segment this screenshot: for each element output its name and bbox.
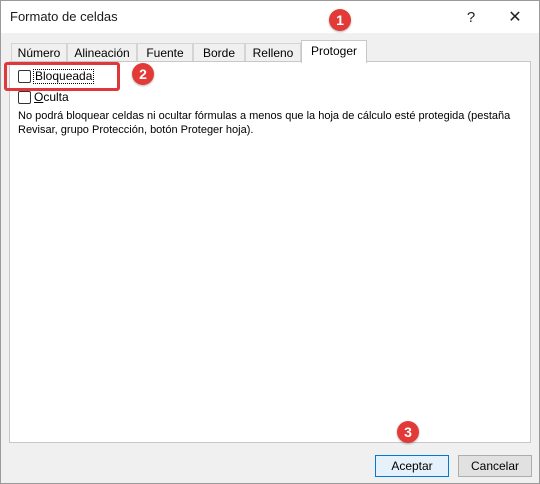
- tab-alineacion[interactable]: Alineación: [67, 43, 137, 62]
- hidden-option[interactable]: Oculta: [18, 91, 69, 104]
- dialog-title: Formato de celdas: [10, 9, 118, 24]
- tab-relleno[interactable]: Relleno: [245, 43, 301, 62]
- cancel-button[interactable]: Cancelar: [458, 455, 532, 477]
- hidden-checkbox[interactable]: [18, 91, 31, 104]
- help-icon[interactable]: ?: [459, 5, 483, 29]
- protection-description: No podrá bloquear celdas ni ocultar fórm…: [18, 110, 511, 136]
- close-icon[interactable]: ✕: [503, 5, 527, 29]
- tab-numero[interactable]: Número: [11, 43, 67, 62]
- annotation-highlight-box: [4, 62, 120, 91]
- annotation-badge-3: 3: [397, 421, 419, 443]
- annotation-badge-1: 1: [329, 9, 351, 31]
- title-bar: Formato de celdas ? ✕: [1, 1, 539, 33]
- tab-fuente[interactable]: Fuente: [137, 43, 193, 62]
- hidden-label[interactable]: Oculta: [34, 91, 69, 104]
- tab-borde[interactable]: Borde: [193, 43, 245, 62]
- tab-strip: Número Alineación Fuente Borde Relleno P…: [9, 40, 539, 63]
- tab-proteger[interactable]: Protoger: [301, 40, 367, 63]
- protection-panel: Bloqueada Oculta No podrá bloquear celda…: [9, 61, 531, 443]
- hidden-label-accelerator: O: [34, 90, 44, 104]
- hidden-label-rest: culta: [43, 90, 69, 104]
- annotation-badge-2: 2: [132, 63, 154, 85]
- ok-button[interactable]: Aceptar: [375, 455, 449, 477]
